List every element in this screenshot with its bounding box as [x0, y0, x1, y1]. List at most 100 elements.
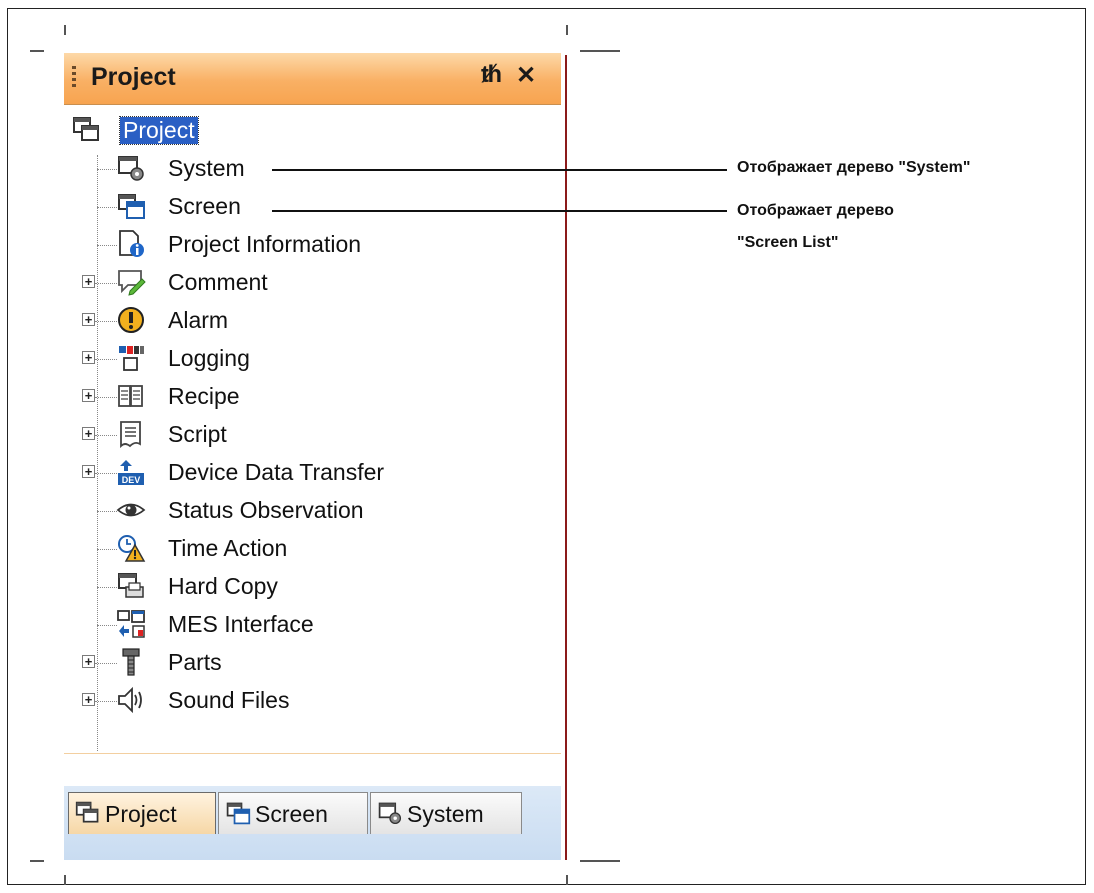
tab-system[interactable]: System — [370, 792, 522, 834]
tree-item-label: Alarm — [168, 307, 229, 333]
tab-label: Screen — [255, 801, 328, 827]
callout-screen-line2: "Screen List" — [737, 234, 839, 251]
tree-item-label: Script — [168, 421, 227, 447]
tab-label: Project — [105, 801, 177, 827]
tree-item-recipe[interactable]: + Recipe — [64, 379, 561, 415]
comment-icon — [118, 270, 146, 296]
tree-item-alarm[interactable]: + Alarm — [64, 303, 561, 339]
crop-mark — [64, 25, 66, 35]
info-icon — [119, 230, 144, 257]
tree-item-label: Project Information — [168, 231, 362, 257]
speaker-icon — [118, 686, 142, 714]
svg-text:DEV: DEV — [122, 475, 141, 485]
expand-icon[interactable]: + — [82, 389, 95, 402]
recipe-icon — [118, 385, 143, 407]
tree-item-label: Logging — [168, 345, 250, 371]
tree-connector — [95, 663, 117, 664]
tree-item-label: Parts — [168, 649, 222, 675]
tree-item-script[interactable]: + Script — [64, 417, 561, 453]
tree-item-device-data-transfer[interactable]: + DEV Device Data Transfer — [64, 455, 561, 491]
expand-icon[interactable]: + — [82, 313, 95, 326]
tree-connector — [97, 625, 117, 626]
tree-item-label: Device Data Transfer — [168, 459, 385, 485]
expand-icon[interactable]: + — [82, 427, 95, 440]
printer-icon — [118, 573, 144, 598]
project-panel: Project ᵺ ✕ Project System Screen Projec… — [64, 53, 561, 860]
system-icon — [118, 156, 144, 181]
screen-icon — [226, 802, 251, 825]
tree-item-label: System — [168, 155, 245, 181]
callout-line-system — [272, 169, 727, 171]
tree-item-time-action[interactable]: Time Action — [64, 531, 561, 567]
time-action-icon — [118, 535, 146, 562]
tree-item-label: Hard Copy — [168, 573, 278, 599]
tree-connector — [95, 283, 117, 284]
tree-connector — [97, 207, 117, 208]
expand-icon[interactable]: + — [82, 655, 95, 668]
tree-item-project-information[interactable]: Project Information — [64, 227, 561, 263]
tree-connector — [95, 359, 117, 360]
crop-mark — [580, 860, 620, 862]
tree-item-sound-files[interactable]: + Sound Files — [64, 683, 561, 719]
tree-connector — [95, 435, 117, 436]
tree-connector — [97, 169, 117, 170]
panel-tab-strip: Project Screen System — [64, 753, 561, 860]
tree-item-screen[interactable]: Screen — [64, 189, 561, 225]
device-transfer-icon: DEV — [118, 460, 144, 485]
divider-line — [565, 55, 567, 860]
mes-icon — [117, 610, 145, 638]
system-icon — [378, 802, 402, 825]
crop-mark — [566, 25, 568, 35]
tree-item-mes-interface[interactable]: MES Interface — [64, 607, 561, 643]
parts-icon — [122, 648, 140, 676]
tree-connector — [95, 397, 117, 398]
crop-mark — [64, 875, 66, 885]
crop-mark — [580, 50, 620, 52]
logging-icon — [119, 346, 144, 371]
tree-connector — [97, 245, 117, 246]
project-icon — [75, 801, 99, 823]
eye-icon — [116, 503, 146, 517]
tree-item-label: Time Action — [168, 535, 288, 561]
drag-grip-icon[interactable] — [72, 66, 76, 90]
callout-screen-line1: Отображает дерево — [737, 202, 894, 219]
expand-icon[interactable]: + — [82, 693, 95, 706]
expand-icon[interactable]: + — [82, 275, 95, 288]
tree-root[interactable]: Project — [64, 113, 561, 149]
tab-screen[interactable]: Screen — [218, 792, 368, 834]
project-tree: Project System Screen Project Informatio… — [64, 113, 561, 753]
tree-item-label: Sound Files — [168, 687, 290, 713]
tree-item-label: Recipe — [168, 383, 240, 409]
tab-label: System — [407, 801, 484, 827]
tree-item-label: MES Interface — [168, 611, 314, 637]
tree-item-status-observation[interactable]: Status Observation — [64, 493, 561, 529]
crop-mark — [566, 875, 568, 885]
panel-title: Project — [91, 63, 176, 91]
panel-titlebar: Project ᵺ ✕ — [64, 53, 561, 105]
pin-icon[interactable]: ᵺ — [481, 61, 502, 89]
tree-connector — [95, 701, 117, 702]
tree-connector — [97, 587, 117, 588]
tree-connector — [95, 321, 117, 322]
expand-icon[interactable]: + — [82, 465, 95, 478]
expand-icon[interactable]: + — [82, 351, 95, 364]
close-icon[interactable]: ✕ — [516, 61, 536, 90]
tree-item-label: Status Observation — [168, 497, 364, 523]
project-icon — [73, 117, 99, 141]
tree-item-parts[interactable]: + Parts — [64, 645, 561, 681]
tree-root-label: Project — [119, 116, 199, 145]
crop-mark — [30, 50, 44, 52]
alarm-icon — [118, 307, 144, 333]
callout-system: Отображает дерево "System" — [737, 159, 971, 176]
tab-project[interactable]: Project — [68, 792, 216, 834]
tree-item-logging[interactable]: + Logging — [64, 341, 561, 377]
callout-line-screen — [272, 210, 727, 212]
tree-item-label: Comment — [168, 269, 268, 295]
tree-item-hard-copy[interactable]: Hard Copy — [64, 569, 561, 605]
tree-item-comment[interactable]: + Comment — [64, 265, 561, 301]
screen-icon — [118, 194, 145, 219]
crop-mark — [30, 860, 44, 862]
script-icon — [120, 421, 141, 449]
tree-item-label: Screen — [168, 193, 241, 219]
tree-connector — [95, 473, 117, 474]
